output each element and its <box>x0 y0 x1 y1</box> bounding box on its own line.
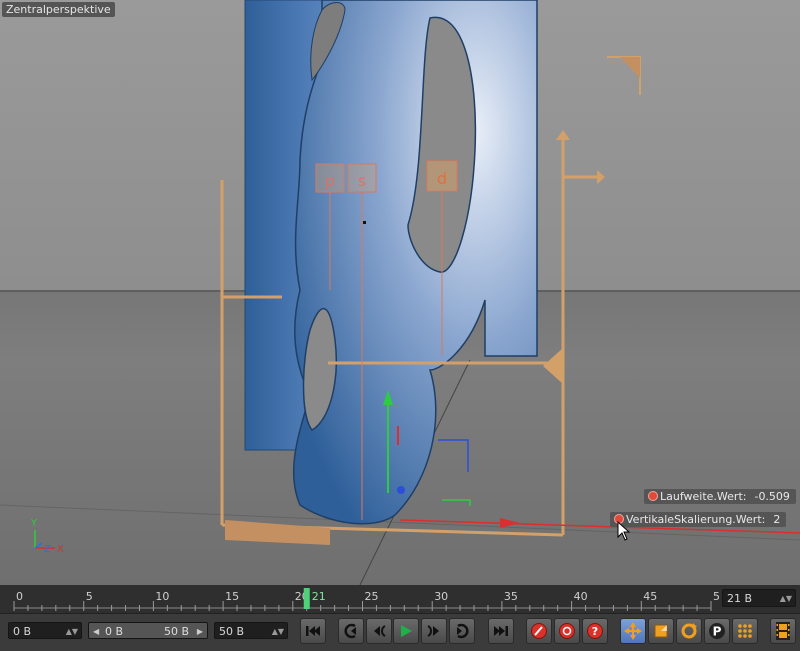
ruler-tick-label: 15 <box>225 590 239 603</box>
svg-text:P: P <box>713 625 722 639</box>
range-start-value: 0 B <box>105 625 124 638</box>
range-left-arrow-icon[interactable]: ◀ <box>93 623 99 640</box>
ruler-tick-label: 40 <box>574 590 588 603</box>
start-frame-field[interactable]: 0 B ▲▼ <box>8 622 82 639</box>
ruler-tick-label: 0 <box>16 590 23 603</box>
hud-vertikale-skalierung[interactable]: VertikaleSkalierung.Wert: 2 <box>610 512 787 527</box>
range-slider[interactable]: ◀ 0 B 50 B ▶ <box>88 622 208 639</box>
autokey-icon <box>559 623 575 639</box>
hud-vertikal-label: VertikaleSkalierung.Wert: <box>626 513 766 526</box>
play-icon <box>401 625 412 637</box>
transport-bar: 0 B ▲▼ ◀ 0 B 50 B ▶ 50 B ▲▼ ? P <box>0 613 800 651</box>
ruler-tick-label: 45 <box>643 590 657 603</box>
current-frame-field[interactable]: 21 B ▲▼ <box>722 589 796 607</box>
start-frame-value: 0 B <box>13 625 32 638</box>
parameter-tool-button[interactable]: P <box>704 618 730 644</box>
record-icon <box>531 623 547 639</box>
ruler-tick-label: 35 <box>504 590 518 603</box>
axis-y-label: Y <box>30 518 38 529</box>
hud-laufweite-label: Laufweite.Wert: <box>660 490 747 503</box>
mouse-cursor-icon <box>617 521 631 541</box>
axis-x-label: X <box>57 544 64 555</box>
ruler-tick-label: 30 <box>434 590 448 603</box>
range-right-arrow-icon[interactable]: ▶ <box>197 623 203 640</box>
step-back-icon <box>374 625 386 637</box>
world-axis-indicator: Y Z X <box>30 518 64 555</box>
skip-to-end-button[interactable] <box>488 618 514 644</box>
step-forward-button[interactable] <box>421 618 447 644</box>
skip-to-start-button[interactable] <box>300 618 326 644</box>
end-frame-field[interactable]: 50 B ▲▼ <box>214 622 288 639</box>
previous-key-icon <box>344 623 356 639</box>
point-grid-button[interactable] <box>732 618 758 644</box>
ruler-tick-label: 5 <box>86 590 93 603</box>
svg-text:?: ? <box>592 625 598 638</box>
playhead-label: 21 <box>312 590 326 603</box>
rotate-tool-button[interactable] <box>676 618 702 644</box>
record-button[interactable] <box>526 618 552 644</box>
key-selection-icon: ? <box>587 623 603 639</box>
timeline[interactable]: 0510152025303540455021 21 B▲▼ <box>0 585 800 613</box>
parameter-tool-icon: P <box>709 623 725 639</box>
hud-laufweite[interactable]: Laufweite.Wert: -0.509 <box>644 489 796 504</box>
step-back-button[interactable] <box>366 618 392 644</box>
base-handle[interactable] <box>225 520 330 545</box>
hud-vertikal-value[interactable]: 2 <box>773 513 780 526</box>
ruler-tick-label: 25 <box>365 590 379 603</box>
step-forward-icon <box>427 625 439 637</box>
skip-to-end-icon <box>494 626 508 636</box>
scale-tool-icon <box>654 624 668 638</box>
autokey-button[interactable] <box>554 618 580 644</box>
range-end-value: 50 B <box>163 625 189 638</box>
current-frame-value: 21 B <box>727 592 753 605</box>
key-selection-button[interactable]: ? <box>582 618 608 644</box>
ruler-tick-label: 10 <box>155 590 169 603</box>
end-frame-value: 50 B <box>219 625 245 638</box>
next-key-button[interactable] <box>449 618 475 644</box>
axis-z-label: Z <box>44 544 51 555</box>
playhead-marker <box>303 588 310 609</box>
letter-s: s <box>358 172 366 190</box>
filmstrip-button[interactable] <box>770 618 796 644</box>
animate-dot-icon[interactable] <box>648 491 658 501</box>
skip-to-start-icon <box>306 626 320 636</box>
move-tool-icon <box>624 622 642 640</box>
letter-p: p <box>325 172 335 190</box>
next-key-icon <box>457 623 469 639</box>
play-button[interactable] <box>393 618 419 644</box>
previous-key-button[interactable] <box>338 618 364 644</box>
timeline-ruler[interactable]: 0510152025303540455021 <box>8 585 720 613</box>
letter-d: d <box>437 169 447 188</box>
hud-laufweite-value[interactable]: -0.509 <box>754 490 789 503</box>
rotate-tool-icon <box>681 623 697 639</box>
move-tool-button[interactable] <box>620 618 646 644</box>
filmstrip-icon <box>776 622 790 640</box>
scale-tool-button[interactable] <box>648 618 674 644</box>
viewport[interactable]: p s d Y Z X Zentralperspektive Laufweite… <box>0 0 800 585</box>
point-grid-icon <box>738 624 752 638</box>
ruler-tick-label: 50 <box>713 590 720 603</box>
viewport-title[interactable]: Zentralperspektive <box>2 2 115 17</box>
